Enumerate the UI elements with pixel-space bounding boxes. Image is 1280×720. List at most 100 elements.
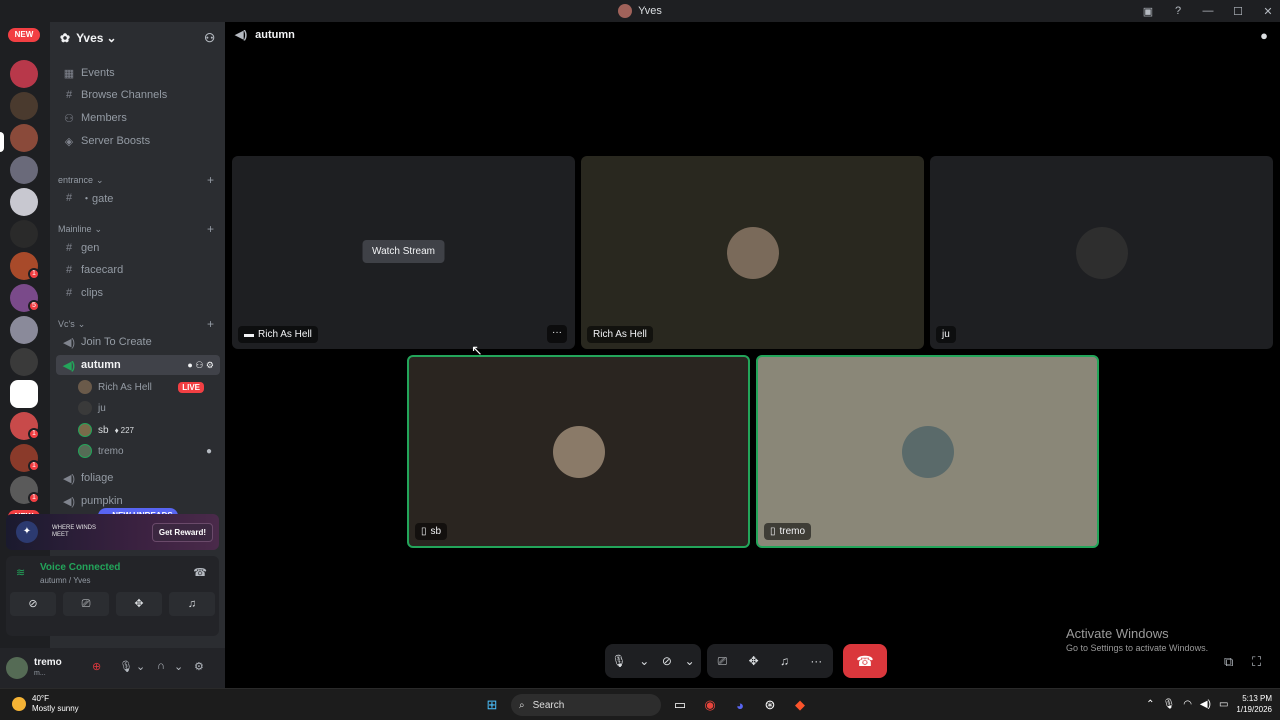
unread-badge: 1 (28, 492, 40, 504)
chevron-down-icon[interactable]: ⌄ (136, 660, 145, 673)
unread-badge: 5 (28, 300, 40, 312)
activities-button[interactable]: ✥ (116, 592, 162, 616)
chevron-up-icon[interactable]: ⌃ (1146, 699, 1154, 710)
close-icon[interactable]: ✕ (1256, 5, 1280, 18)
server-icon[interactable] (10, 316, 38, 344)
chrome-icon[interactable]: ◉ (699, 694, 721, 716)
fullscreen-icon[interactable]: ⛶ (1252, 654, 1261, 670)
settings-icon[interactable]: ⚙ (194, 660, 204, 673)
server-icon[interactable] (10, 92, 38, 120)
disconnect-button[interactable]: ☎ (843, 644, 887, 678)
server-icon[interactable] (10, 156, 38, 184)
category-mainline[interactable]: Mainline ⌄ + (58, 222, 218, 236)
participant-tile[interactable]: Rich As Hell (581, 156, 924, 349)
mic-icon[interactable]: 🎙︎ (611, 654, 626, 668)
server-avatar-icon (618, 4, 633, 18)
participant-tile[interactable]: ▯ tremo (756, 355, 1099, 548)
more-options-button[interactable]: ··· (547, 325, 567, 343)
chevron-down-icon: ⌄ (77, 318, 86, 329)
channel-gen[interactable]: # gen (56, 238, 220, 258)
server-icon[interactable] (10, 60, 38, 88)
channel-actions-icon[interactable]: ● ⚇ ⚙ (187, 360, 214, 371)
weather-widget[interactable]: 40°F Mostly sunny (12, 694, 79, 714)
category-vcs[interactable]: Vc's ⌄ + (58, 317, 218, 331)
file-explorer-icon[interactable]: ▭ (669, 694, 691, 716)
battery-icon[interactable]: ▭ (1219, 699, 1228, 710)
add-channel-icon[interactable]: + (207, 317, 214, 331)
taskbar-search[interactable]: ⌕ Search (511, 694, 661, 716)
more-icon[interactable]: ··· (810, 654, 822, 668)
menu-item-server-boosts[interactable]: ◈ Server Boosts (56, 131, 220, 151)
avatar (901, 425, 954, 478)
new-badge: NEW (8, 28, 40, 42)
mic-icon[interactable]: 🎙︎ (1162, 699, 1175, 710)
discord-icon[interactable]: ◕ (729, 694, 751, 716)
get-reward-button[interactable]: Get Reward! (151, 522, 213, 542)
channel-clips[interactable]: # clips (56, 283, 220, 303)
speaker-icon: ◀) (235, 29, 248, 41)
soundboard-button[interactable]: ♫ (169, 592, 215, 616)
server-icon[interactable] (10, 124, 38, 152)
maximize-icon[interactable]: ☐ (1226, 5, 1250, 18)
inbox-icon[interactable]: ▣ (1136, 5, 1160, 18)
channel-autumn[interactable]: ◀) autumn ● ⚇ ⚙ (56, 355, 220, 375)
chevron-down-icon[interactable]: ⌄ (685, 654, 695, 668)
clock[interactable]: 5:13 PM 1/19/2026 (1236, 693, 1272, 715)
voice-status[interactable]: Voice Connected (40, 562, 120, 573)
voice-user-ju[interactable]: ju (78, 398, 218, 418)
add-channel-icon[interactable]: + (207, 173, 214, 187)
minimize-icon[interactable]: — (1196, 5, 1220, 17)
server-header[interactable]: ✿ Yves ⌄ ⚇ (50, 22, 225, 54)
chevron-down-icon[interactable]: ⌄ (174, 660, 183, 673)
hashtag-icon: # (65, 287, 73, 299)
tile-name-label: ▯ tremo (764, 523, 812, 540)
game-icon[interactable]: ⊕ (92, 660, 101, 673)
chevron-down-icon[interactable]: ⌄ (639, 654, 649, 668)
camera-off-icon[interactable]: ⊘ (662, 654, 672, 668)
voice-user-tremo[interactable]: tremo ● (78, 441, 218, 461)
voice-user-rich-as-hell[interactable]: Rich As Hell LIVE (78, 377, 218, 397)
participant-tile[interactable]: ▯ sb (407, 355, 750, 548)
menu-item-events[interactable]: ▦ Events (56, 63, 220, 83)
watch-stream-button[interactable]: Watch Stream (362, 240, 445, 263)
channel-foliage[interactable]: ◀) foliage (56, 468, 220, 488)
wifi-icon[interactable]: ◠ (1183, 699, 1192, 710)
menu-item-browse-channels[interactable]: # Browse Channels (56, 85, 220, 105)
channel-facecard[interactable]: # facecard (56, 260, 220, 280)
activities-icon[interactable]: ✥ (749, 654, 759, 668)
server-icon[interactable] (10, 220, 38, 248)
screen-share-icon[interactable]: ⎚ (718, 654, 728, 669)
live-badge: LIVE (178, 381, 204, 393)
voice-user-sb[interactable]: sb ♦ 227 (78, 420, 218, 440)
add-channel-icon[interactable]: + (207, 222, 214, 236)
chat-icon[interactable]: ● (1260, 28, 1268, 43)
steam-icon[interactable]: ⊛ (759, 694, 781, 716)
brave-icon[interactable]: ◆ (789, 694, 811, 716)
soundboard-icon[interactable]: ♫ (780, 654, 789, 668)
disconnect-icon[interactable]: ☎ (193, 566, 207, 579)
invite-icon[interactable]: ⚇ (204, 31, 215, 45)
channel-gate[interactable]: # ・gate (56, 188, 220, 208)
volume-icon[interactable]: ◀) (1200, 699, 1211, 710)
avatar[interactable] (6, 657, 28, 679)
popout-icon[interactable]: ⧉ (1224, 654, 1233, 670)
chevron-down-icon: ⌄ (94, 223, 103, 234)
camera-off-button[interactable]: ⊘ (10, 592, 56, 616)
menu-item-members[interactable]: ⚇ Members (56, 108, 220, 128)
windows-start-icon[interactable]: ⊞ (481, 694, 503, 716)
help-icon[interactable]: ? (1166, 5, 1190, 17)
selected-pill (0, 132, 4, 152)
server-icon[interactable] (10, 188, 38, 216)
headphones-icon[interactable]: ∩ (157, 660, 165, 672)
server-icon[interactable] (10, 380, 38, 408)
mic-icon[interactable]: 🎙︎ (119, 660, 133, 673)
promo-banner[interactable]: ✦ WHERE WINDS MEET Get Reward! (6, 514, 219, 550)
participant-tile[interactable]: ju (930, 156, 1273, 349)
members-icon: ⚇ (64, 112, 74, 125)
screen-share-button[interactable]: ⎚ (63, 592, 109, 616)
voice-location[interactable]: autumn / Yves (40, 576, 91, 585)
server-icon[interactable] (10, 348, 38, 376)
stream-tile[interactable]: Watch Stream ▬ Rich As Hell ··· (232, 156, 575, 349)
channel-join-to-create[interactable]: ◀) Join To Create (56, 332, 220, 352)
category-entrance[interactable]: entrance ⌄ + (58, 173, 218, 187)
